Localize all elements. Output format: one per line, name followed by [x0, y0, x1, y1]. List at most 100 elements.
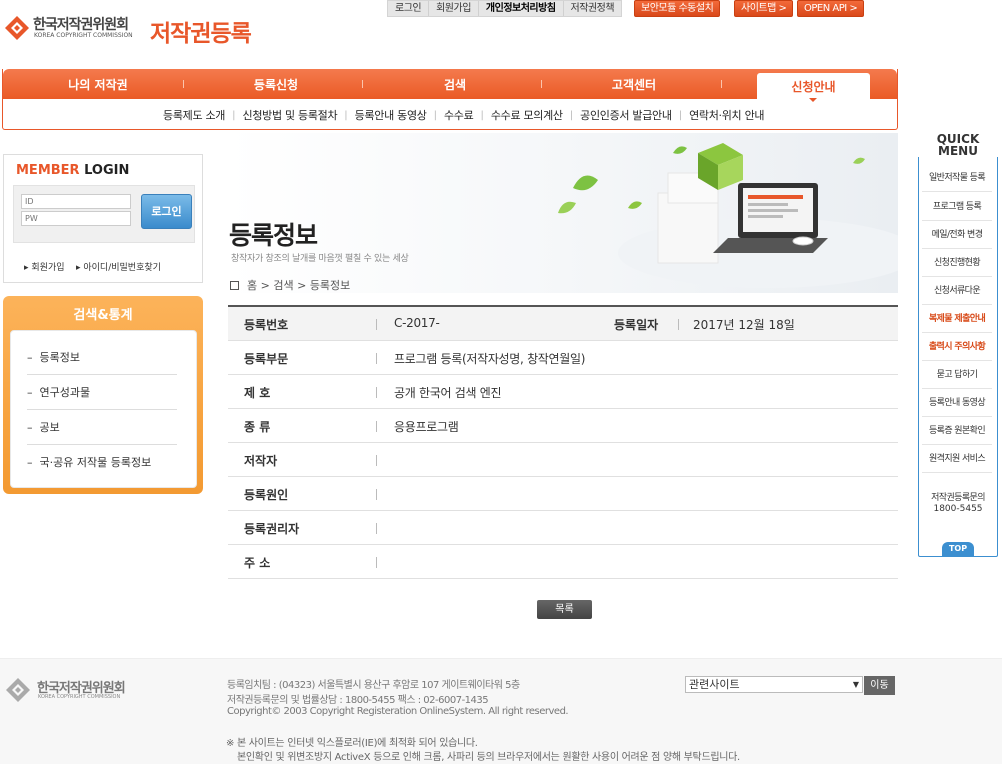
home-icon[interactable] [230, 281, 239, 290]
security-module-button[interactable]: 보안모듈 수동설치 [634, 0, 721, 17]
row-label: 등록일자 [614, 318, 659, 332]
row-label: 종 류 [244, 420, 271, 434]
stats-item-public-works[interactable]: – 국·공유 저작물 등록정보 [27, 446, 177, 480]
login-links: ▸ 회원가입 ▸ 아이디/비밀번호찾기 [24, 263, 161, 273]
table-row: 등록부문 프로그램 등록(저작자성명, 창작연월일) [228, 341, 898, 375]
row-label: 제 호 [244, 386, 271, 400]
find-account-link[interactable]: 아이디/비밀번호찾기 [83, 263, 161, 273]
banner-illustration [228, 133, 898, 293]
related-sites-select[interactable]: 관련사이트 ▼ [685, 676, 863, 693]
logo-subtext: KOREA COPYRIGHT COMMISSION [34, 32, 133, 39]
registration-number-value: C-2017- [394, 316, 440, 330]
breadcrumb-current: 등록정보 [309, 279, 351, 292]
table-row: 등록번호 C-2017- 등록일자 2017년 12월 18일 [228, 307, 898, 341]
top-button[interactable]: TOP [942, 542, 974, 556]
list-button[interactable]: 목록 [537, 600, 592, 619]
nav-my-copyright[interactable]: 나의 저작권 [23, 76, 173, 93]
quick-menu-title: QUICK MENU [918, 133, 998, 157]
member-login-box: MEMBER LOGIN 로그인 ▸ 회원가입 ▸ 아이디/비밀번호찾기 [3, 154, 203, 283]
nav-divider [362, 80, 363, 88]
quick-print-notice[interactable]: 출력시 주의사항 [922, 333, 992, 361]
main-navigation: 나의 저작권 등록신청 검색 고객센터 신청안내 등록제도 소개 | 신청방법 및… [2, 69, 898, 130]
footer-address: 등록임치팀 : (04323) 서울특별시 용산구 후암로 107 게이트웨이타… [227, 680, 520, 691]
quick-phone-label: 저작권등록문의 [931, 493, 985, 503]
quick-copy-submission[interactable]: 복제물 제출안내 [922, 305, 992, 333]
nav-customer-center[interactable]: 고객센터 [559, 76, 709, 93]
login-button[interactable]: 로그인 [141, 194, 192, 229]
quick-guide-video[interactable]: 등록안내 동영상 [922, 389, 992, 417]
password-input[interactable] [21, 211, 131, 226]
breadcrumb-search[interactable]: 검색 [273, 279, 293, 292]
stats-item-registration-info[interactable]: – 등록정보 [27, 341, 177, 375]
footer-copyright: Copyright© 2003 Copyright Registeration … [227, 706, 569, 717]
stats-item-research[interactable]: – 연구성과물 [27, 376, 177, 410]
quick-remote-support[interactable]: 원격지원 서비스 [922, 445, 992, 473]
subnav-certificate[interactable]: 공인인증서 발급안내 [580, 107, 672, 123]
row-value: 공개 한국어 검색 엔진 [394, 386, 502, 400]
open-api-button[interactable]: OPEN API > [797, 0, 865, 17]
quick-form-download[interactable]: 신청서류다운 [922, 277, 992, 305]
stats-title: 검색&통계 [73, 308, 133, 323]
dropdown-arrow-icon: ▼ [852, 680, 859, 689]
login-form: 로그인 [13, 185, 195, 243]
sitemap-button[interactable]: 사이트맵 > [734, 0, 794, 17]
table-row: 종 류 응용프로그램 [228, 409, 898, 443]
registration-detail-table: 등록번호 C-2017- 등록일자 2017년 12월 18일 등록부문 프로그… [228, 305, 898, 579]
logo-mark-icon [5, 16, 29, 40]
subnav-fee-calculator[interactable]: 수수료 모의계산 [491, 107, 563, 123]
subnav-system-intro[interactable]: 등록제도 소개 [163, 107, 225, 123]
registration-date-value: 2017년 12월 18일 [693, 318, 795, 332]
site-title[interactable]: 저작권등록 [150, 14, 252, 48]
table-row: 주 소 [228, 545, 898, 579]
quick-general-registration[interactable]: 일반저작물 등록 [922, 164, 992, 192]
footer-logo-subtext: KOREA COPYRIGHT COMMISSION [38, 694, 121, 700]
page-subtitle: 창작자가 창조의 날개를 마음껏 펼칠 수 있는 세상 [231, 254, 409, 264]
page-title: 등록정보 [229, 221, 318, 250]
table-row: 제 호 공개 한국어 검색 엔진 [228, 375, 898, 409]
subnav-contact-location[interactable]: 연락처·위치 안내 [689, 107, 764, 123]
breadcrumb-home[interactable]: 홈 [247, 279, 257, 292]
row-label: 등록부문 [244, 352, 289, 366]
search-stats-box: 검색&통계 – 등록정보 – 연구성과물 – 공보 – 국·공유 저작물 등록정… [3, 296, 203, 494]
footer-contact: 저작권등록문의 및 법률상담 : 1800-5455 팩스 : 02-6007-… [227, 695, 489, 706]
nav-divider [541, 80, 542, 88]
browser-notice: ※ 본 사이트는 인터넷 익스플로러(IE)에 최적화 되어 있습니다. [226, 738, 478, 749]
nav-divider [183, 80, 184, 88]
quick-progress-status[interactable]: 신청진행현황 [922, 249, 992, 277]
quick-qna[interactable]: 묻고 답하기 [922, 361, 992, 389]
join-link[interactable]: 회원가입 [429, 1, 479, 16]
quick-phone-number: 1800-5455 [933, 504, 983, 514]
login-title: MEMBER LOGIN [16, 163, 130, 178]
logo-text[interactable]: 한국저작권위원회 [33, 14, 129, 34]
sub-navigation: 등록제도 소개 | 신청방법 및 등록절차 | 등록안내 동영상 | 수수료 | 수수료… [163, 107, 765, 123]
table-row: 등록원인 [228, 477, 898, 511]
nav-divider [721, 80, 722, 88]
table-row: 등록권리자 [228, 511, 898, 545]
footer: 한국저작권위원회 KOREA COPYRIGHT COMMISSION 등록임치… [0, 658, 1002, 764]
footer-logo-icon [6, 678, 30, 702]
row-label: 등록원인 [244, 488, 289, 502]
row-value: 프로그램 등록(저작자성명, 창작연월일) [394, 352, 586, 366]
quick-menu: QUICK MENU 일반저작물 등록 프로그램 등록 메일/전화 변경 신청진행… [918, 133, 998, 557]
quick-certificate-verify[interactable]: 등록증 원본확인 [922, 417, 992, 445]
quick-program-registration[interactable]: 프로그램 등록 [922, 193, 992, 221]
browser-notice-detail: 본인확인 및 위변조방지 ActiveX 등으로 인해 크롬, 사파리 등의 브… [237, 752, 740, 763]
quick-contact-change[interactable]: 메일/전화 변경 [922, 221, 992, 249]
id-input[interactable] [21, 194, 131, 209]
table-row: 저작자 [228, 443, 898, 477]
stats-item-gazette[interactable]: – 공보 [27, 411, 177, 445]
row-label: 등록권리자 [244, 522, 300, 536]
go-button[interactable]: 이동 [864, 676, 895, 695]
utility-links: 로그인 회원가입 개인정보처리방침 저작권정책 [387, 0, 623, 17]
subnav-fees[interactable]: 수수료 [444, 107, 474, 123]
privacy-policy-link[interactable]: 개인정보처리방침 [479, 1, 564, 16]
login-link[interactable]: 로그인 [388, 1, 430, 16]
active-arrow-icon [809, 98, 817, 102]
subnav-procedure[interactable]: 신청방법 및 등록절차 [243, 107, 338, 123]
join-link[interactable]: 회원가입 [31, 263, 64, 273]
subnav-video[interactable]: 등록안내 동영상 [355, 107, 427, 123]
nav-search[interactable]: 검색 [380, 76, 530, 93]
copyright-policy-link[interactable]: 저작권정책 [564, 1, 622, 16]
nav-registration[interactable]: 등록신청 [201, 76, 351, 93]
stats-menu: – 등록정보 – 연구성과물 – 공보 – 국·공유 저작물 등록정보 [10, 330, 197, 488]
